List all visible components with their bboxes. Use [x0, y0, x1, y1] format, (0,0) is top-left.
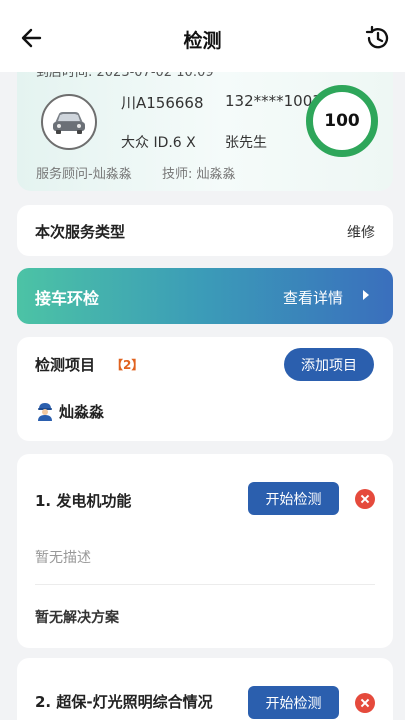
chevron-right-icon — [363, 290, 369, 300]
start-inspection-button[interactable]: 开始检测 — [248, 482, 339, 515]
vehicle-card: 到店时间: 2023-07-02 10:09 川A156668 132****1… — [17, 58, 393, 191]
car-model: 大众 ID.6 X — [121, 135, 196, 151]
item-name: 1. 发电机功能 — [35, 492, 132, 510]
inspection-item-card: 2. 超保-灯光照明综合情况 开始检测 — [17, 658, 393, 720]
history-icon[interactable] — [363, 24, 391, 52]
score-value: 100 — [324, 111, 360, 131]
pickup-inspection-banner[interactable]: 接车环检 查看详情 — [17, 268, 393, 324]
service-type-label: 本次服务类型 — [35, 223, 126, 241]
score-ring: 100 — [306, 85, 378, 157]
car-icon — [53, 112, 85, 134]
start-inspection-button[interactable]: 开始检测 — [248, 686, 339, 719]
owner-phone: 132****1003 — [225, 92, 322, 110]
delete-icon[interactable] — [355, 693, 375, 713]
pickup-inspection-label: 接车环检 — [35, 289, 100, 308]
car-avatar — [41, 94, 97, 150]
top-bar: 检测 — [0, 0, 405, 72]
service-type-value: 维修 — [347, 225, 375, 241]
item-solution: 暂无解决方案 — [35, 610, 119, 626]
add-item-button[interactable]: 添加项目 — [284, 348, 374, 381]
plate-number: 川A156668 — [121, 94, 204, 112]
delete-icon[interactable] — [355, 489, 375, 509]
technician-label: 技师: 灿淼淼 — [162, 167, 236, 182]
divider — [35, 584, 375, 585]
service-type-row: 本次服务类型 维修 — [17, 205, 393, 256]
view-details-link[interactable]: 查看详情 — [283, 287, 343, 308]
technician-icon — [38, 403, 52, 421]
inspection-items-label: 检测项目 — [35, 356, 96, 374]
owner-name: 张先生 — [225, 135, 267, 151]
service-advisor: 服务顾问-灿淼淼 — [36, 167, 132, 182]
page-title: 检测 — [183, 30, 222, 52]
technician-name: 灿淼淼 — [59, 403, 105, 421]
item-name: 2. 超保-灯光照明综合情况 — [35, 693, 213, 711]
inspection-item-card: 1. 发电机功能 开始检测 暂无描述 暂无解决方案 — [17, 454, 393, 648]
item-description: 暂无描述 — [35, 550, 91, 566]
inspection-items-card: 检测项目 【2】 添加项目 灿淼淼 — [17, 337, 393, 441]
items-count-badge: 【2】 — [111, 358, 144, 372]
